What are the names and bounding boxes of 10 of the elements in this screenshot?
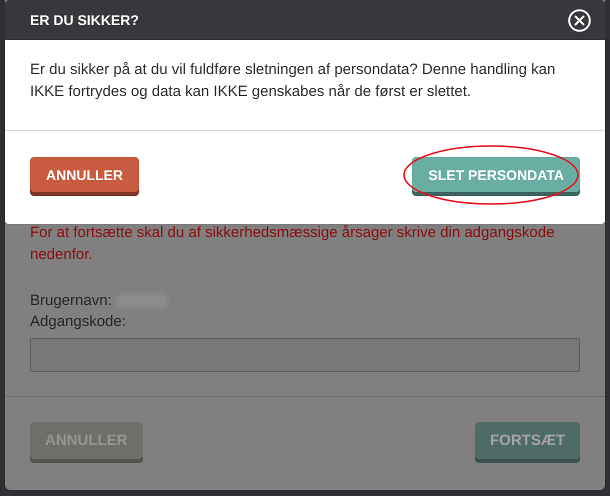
cancel-button[interactable]: ANNULLER [30, 157, 139, 192]
continue-button[interactable]: FORTSÆT [475, 422, 580, 459]
close-icon[interactable] [568, 8, 591, 32]
confirm-message: Er du sikker på at du vil fuldføre sletningen af persondata? Denne handling kan IKKE fortrydes og data kan IKKE genskabes når de først er slettet. [5, 40, 605, 131]
warning-text: For at fortsætte skal du af sikkerhedsmæssige årsager skrive din adgangskode nedenfor. [30, 223, 556, 265]
dialog-title: ER DU SIKKER? [30, 12, 139, 28]
field-label: Adgangskode: [30, 312, 127, 332]
field-label: Brugernavn: [30, 291, 112, 311]
delete-button[interactable]: SLET PERSONDATA [412, 157, 580, 192]
password-field[interactable] [30, 338, 580, 372]
